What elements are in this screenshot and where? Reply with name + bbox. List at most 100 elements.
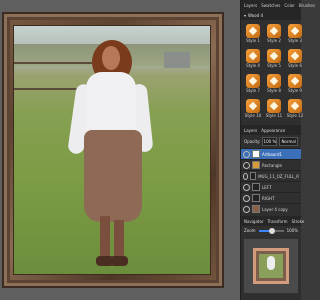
woman-skirt [84, 130, 142, 222]
style-thumb [246, 49, 260, 63]
style-thumb [246, 99, 260, 113]
zoom-label: Zoom [244, 228, 256, 233]
canvas-area[interactable] [0, 0, 240, 300]
style-thumb [246, 24, 260, 38]
opacity-row: Opacity: 100 % Normal [241, 135, 301, 148]
style-label: Style 7 [246, 88, 260, 93]
style-item[interactable]: Style 3 [286, 24, 304, 46]
tab-appearance[interactable]: Appearance [261, 128, 285, 133]
diamond-icon [248, 26, 258, 36]
layer-name: Artboard1 [262, 151, 283, 157]
eye-icon[interactable] [243, 161, 250, 169]
navigator-preview[interactable] [244, 239, 298, 293]
blend-mode-select[interactable]: Normal [279, 137, 298, 146]
layer-thumb [252, 150, 260, 158]
style-item[interactable]: Style 1 [244, 24, 262, 46]
layer-name: LEFT [262, 184, 272, 190]
layers-panel-header: Layers Appearance [241, 125, 301, 135]
style-label: Style 5 [267, 63, 281, 68]
styles-group-name: Wood 4 [248, 12, 263, 18]
tab-transform[interactable]: Transform [268, 219, 288, 224]
layer-name: RIGHT [262, 195, 275, 201]
style-label: Style 6 [288, 63, 302, 68]
tab-stroke[interactable]: Stroke [291, 219, 304, 224]
style-item[interactable]: Style 2 [265, 24, 283, 46]
style-item[interactable]: Style 11 [265, 99, 283, 121]
woman-leg-left [100, 216, 110, 260]
style-item[interactable]: Style 7 [244, 74, 262, 96]
eye-icon[interactable] [243, 172, 249, 180]
woman-leg-right [114, 220, 124, 260]
style-thumb [288, 49, 302, 63]
style-label: Style 9 [288, 88, 302, 93]
opacity-input[interactable]: 100 % [262, 137, 278, 146]
eye-icon[interactable] [243, 150, 250, 158]
diamond-icon [248, 101, 258, 111]
photo [14, 26, 210, 274]
layers-list: Artboard1 Rectangle MUG_11_OZ_FULL_R LEF… [241, 148, 301, 214]
diamond-icon [248, 76, 258, 86]
style-item[interactable]: Style 4 [244, 49, 262, 71]
style-thumb [246, 74, 260, 88]
layer-thumb [252, 194, 260, 202]
style-item[interactable]: Style 6 [286, 49, 304, 71]
style-item[interactable]: Style 5 [265, 49, 283, 71]
style-item[interactable]: Style 12 [286, 99, 304, 121]
layer-thumb [252, 161, 260, 169]
eye-icon[interactable] [243, 194, 250, 202]
style-thumb [288, 24, 302, 38]
navigator-header: Navigator Transform Stroke [241, 216, 304, 226]
chevron-down-icon: ▾ [244, 12, 247, 18]
layer-row[interactable]: Artboard1 [241, 148, 301, 159]
layer-thumb [252, 205, 260, 213]
diamond-icon [290, 26, 300, 36]
layer-row[interactable]: Layer 4 copy [241, 203, 301, 214]
diamond-icon [248, 51, 258, 61]
preview-frame [253, 248, 289, 284]
diamond-icon [290, 51, 300, 61]
style-item[interactable]: Style 9 [286, 74, 304, 96]
woman-face [102, 46, 120, 70]
styles-header[interactable]: ▾ Wood 4 [241, 10, 301, 20]
layer-row[interactable]: Rectangle [241, 159, 301, 170]
panel-tab-brushes[interactable]: Brushes [299, 3, 315, 8]
zoom-slider-fill [258, 229, 269, 232]
preview-person [267, 256, 275, 270]
zoom-slider-handle[interactable] [268, 227, 275, 234]
style-label: Style 4 [246, 63, 260, 68]
diamond-icon [290, 101, 300, 111]
style-item[interactable]: Style 8 [265, 74, 283, 96]
layer-row[interactable]: MUG_11_OZ_FULL_R [241, 170, 301, 181]
zoom-slider[interactable] [258, 227, 284, 234]
style-label: Style 12 [286, 113, 304, 118]
panel-tab-color[interactable]: Color [284, 3, 294, 8]
panel-tab-layers[interactable]: Layers [244, 3, 257, 8]
woman-shirt [86, 72, 136, 138]
diamond-icon [269, 76, 279, 86]
layer-thumb [250, 172, 257, 180]
tab-navigator[interactable]: Navigator [244, 219, 264, 224]
layer-row[interactable]: RIGHT [241, 192, 301, 203]
style-item[interactable]: Style 10 [244, 99, 262, 121]
eye-icon[interactable] [243, 183, 250, 191]
style-label: Style 10 [244, 113, 262, 118]
style-thumb [267, 74, 281, 88]
layer-row[interactable]: LEFT [241, 181, 301, 192]
diamond-icon [269, 101, 279, 111]
panel-tabbar: Layers Swatches Color Brushes [241, 0, 315, 10]
opacity-label: Opacity: [244, 139, 261, 144]
style-thumb [267, 24, 281, 38]
tab-layers[interactable]: Layers [244, 128, 257, 133]
styles-grid: Style 1 Style 2 Style 3 Style 4 Style 5 … [241, 20, 304, 125]
right-panel: Layers Swatches Color Brushes ▾ Wood 4 S… [240, 0, 315, 300]
eye-icon[interactable] [243, 205, 250, 213]
style-label: Style 11 [265, 113, 283, 118]
diamond-icon [269, 26, 279, 36]
layer-name: MUG_11_OZ_FULL_R [258, 173, 299, 179]
layer-name: Layer 4 copy [262, 206, 288, 212]
panel-tab-swatches[interactable]: Swatches [261, 3, 280, 8]
woman-shoe-right [110, 256, 128, 266]
style-label: Style 8 [267, 88, 281, 93]
style-thumb [288, 74, 302, 88]
zoom-value: 100% [286, 228, 298, 233]
